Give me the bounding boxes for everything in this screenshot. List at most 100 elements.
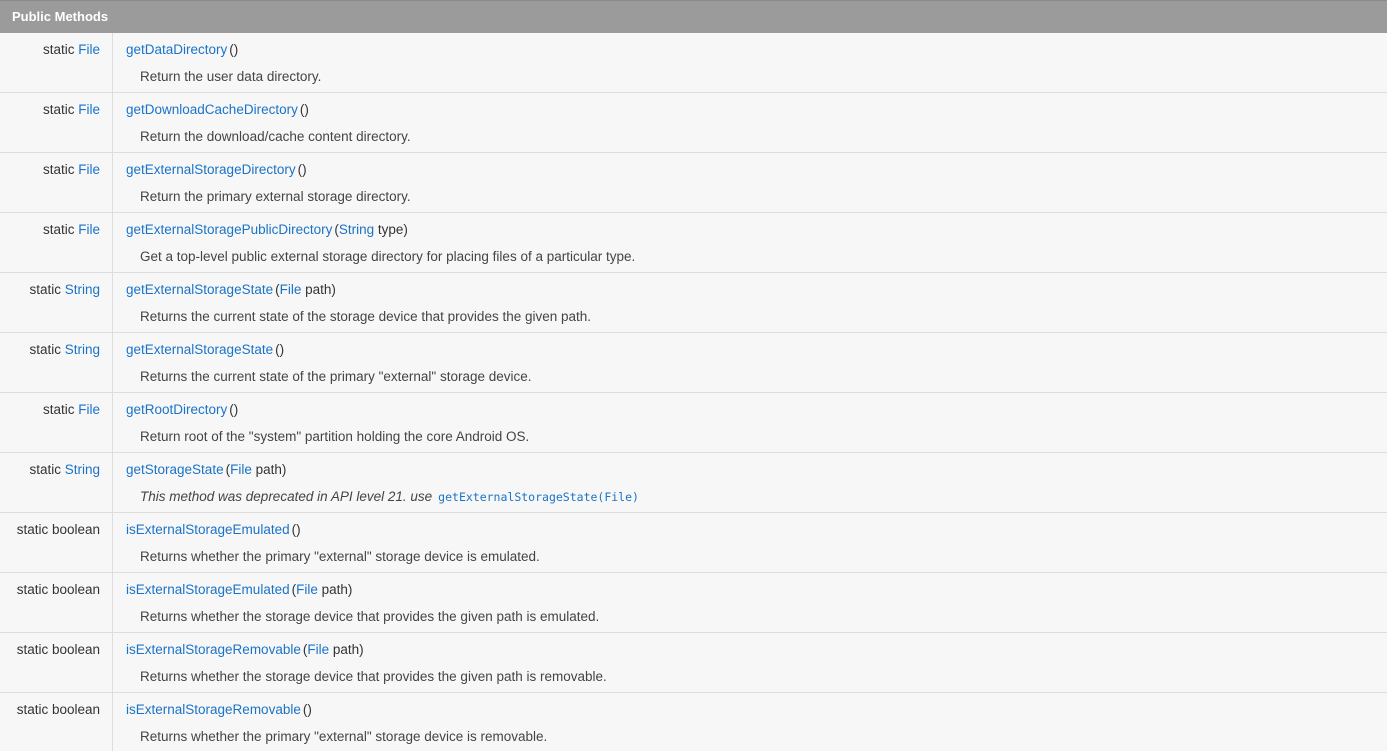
return-type-link[interactable]: File [78,402,100,417]
method-name-link[interactable]: getExternalStorageDirectory [126,162,296,177]
methods-list: static File getDataDirectory() Return the … [0,33,1387,751]
modifier-text: static [42,102,75,117]
description-text: Returns the current state of the primary… [140,369,532,384]
method-signature: getRootDirectory() [126,401,1387,418]
method-name-link[interactable]: getExternalStorageState [126,282,273,297]
table-row: static String getStorageState (File path) T… [0,453,1387,513]
return-type-cell: static File [0,393,113,452]
return-type-cell: static boolean [0,693,113,751]
return-type-link[interactable]: String [65,342,100,357]
method-cell: getExternalStorageState() Returns the cur… [113,333,1387,392]
modifier-text: static [29,282,61,297]
method-cell: isExternalStorageEmulated() Returns wheth… [113,513,1387,572]
return-type-cell: static File [0,93,113,152]
description-text: Get a top-level public external storage … [140,249,636,264]
method-cell: getStorageState (File path) This method wa… [113,453,1387,512]
method-cell: isExternalStorageEmulated (File path) Retu… [113,573,1387,632]
param-type-link[interactable]: File [296,582,318,597]
modifier-text: static boolean [16,522,100,537]
close-paren: ) [307,702,312,717]
table-header-title: Public Methods [12,9,109,24]
description-text: Return root of the "system" partition ho… [140,429,530,444]
method-description: Get a top-level public external storage … [126,248,1387,265]
modifier-text: static boolean [16,642,100,657]
table-row: static boolean isExternalStorageEmulated(… [0,513,1387,573]
close-paren: ) [233,42,239,57]
method-signature: getExternalStorageState (File path) [126,281,1387,298]
description-text: Return the primary external storage dire… [140,189,411,204]
method-cell: getDataDirectory() Return the user data d… [113,33,1387,92]
method-cell: isExternalStorageRemovable() Returns whet… [113,693,1387,751]
modifier-text: static [42,162,75,177]
modifier-text: static [42,222,75,237]
table-row: static String getExternalStorageState() Re… [0,333,1387,393]
table-row: static File getExternalStoragePublicDirec… [0,213,1387,273]
method-description: Returns whether the storage device that … [126,668,1387,685]
method-name-link[interactable]: isExternalStorageRemovable [126,702,301,717]
param-name: path [317,582,348,597]
close-paren: ) [331,282,336,297]
method-description: Return root of the "system" partition ho… [126,428,1387,445]
method-name-link[interactable]: getStorageState [126,462,224,477]
table-row: static File getRootDirectory() Return root… [0,393,1387,453]
description-text: Returns the current state of the storage… [140,309,592,324]
return-type-link[interactable]: File [78,162,100,177]
replacement-method-link[interactable]: getExternalStorageState(File) [438,490,639,504]
method-cell: getExternalStorageDirectory() Return the … [113,153,1387,212]
return-type-link[interactable]: File [78,102,100,117]
method-signature: getExternalStorageState() [126,341,1387,358]
return-type-link[interactable]: String [65,462,100,477]
close-paren: ) [347,582,353,597]
close-paren: ) [281,462,287,477]
return-type-link[interactable]: File [78,42,100,57]
modifier-text: static boolean [16,702,100,717]
close-paren: ) [233,402,239,417]
return-type-link[interactable]: File [78,222,100,237]
method-name-link[interactable]: getExternalStorageState [126,342,273,357]
method-signature: getDownloadCacheDirectory() [126,101,1387,118]
method-name-link[interactable]: getDownloadCacheDirectory [126,102,298,117]
method-name-link[interactable]: isExternalStorageEmulated [126,522,290,537]
method-signature: isExternalStorageEmulated (File path) [126,581,1387,598]
method-cell: isExternalStorageRemovable (File path) Ret… [113,633,1387,692]
method-name-link[interactable]: getDataDirectory [126,42,227,57]
table-row: static File getExternalStorageDirectory()… [0,153,1387,213]
description-text: This method was deprecated in API level … [140,489,433,504]
method-description: Returns whether the primary "external" s… [126,548,1387,565]
param-name: path [251,462,282,477]
param-type-link[interactable]: File [230,462,252,477]
return-type-cell: static boolean [0,573,113,632]
table-row: static File getDataDirectory() Return the … [0,33,1387,93]
description-text: Returns whether the primary "external" s… [140,549,540,564]
method-name-link[interactable]: getExternalStoragePublicDirectory [126,222,332,237]
method-signature: isExternalStorageRemovable (File path) [126,641,1387,658]
method-signature: getDataDirectory() [126,41,1387,58]
method-description: Return the download/cache content direct… [126,128,1387,145]
method-name-link[interactable]: isExternalStorageEmulated [126,582,290,597]
method-cell: getDownloadCacheDirectory() Return the do… [113,93,1387,152]
close-paren: ) [279,342,285,357]
description-text: Return the download/cache content direct… [140,129,411,144]
return-type-cell: static boolean [0,513,113,572]
table-row: static boolean isExternalStorageEmulated(… [0,573,1387,633]
method-description: Returns the current state of the storage… [126,308,1387,325]
table-row: static File getDownloadCacheDirectory() Re… [0,93,1387,153]
modifier-text: static [29,462,61,477]
return-type-link[interactable]: String [65,282,100,297]
modifier-text: static [42,42,75,57]
method-name-link[interactable]: getRootDirectory [126,402,227,417]
close-paren: ) [304,102,309,117]
method-cell: getRootDirectory() Return root of the "sy… [113,393,1387,452]
description-text: Returns whether the storage device that … [140,609,600,624]
return-type-cell: static File [0,33,113,92]
deprecation-note: This method was deprecated in API level … [126,488,1387,506]
close-paren: ) [403,222,408,237]
param-type-link[interactable]: File [280,282,302,297]
method-description: Returns whether the storage device that … [126,608,1387,625]
param-type-link[interactable]: String [339,222,374,237]
modifier-text: static [29,342,61,357]
table-row: static boolean isExternalStorageRemovable… [0,693,1387,751]
method-signature: isExternalStorageRemovable() [126,701,1387,718]
method-name-link[interactable]: isExternalStorageRemovable [126,642,301,657]
param-type-link[interactable]: File [307,642,329,657]
